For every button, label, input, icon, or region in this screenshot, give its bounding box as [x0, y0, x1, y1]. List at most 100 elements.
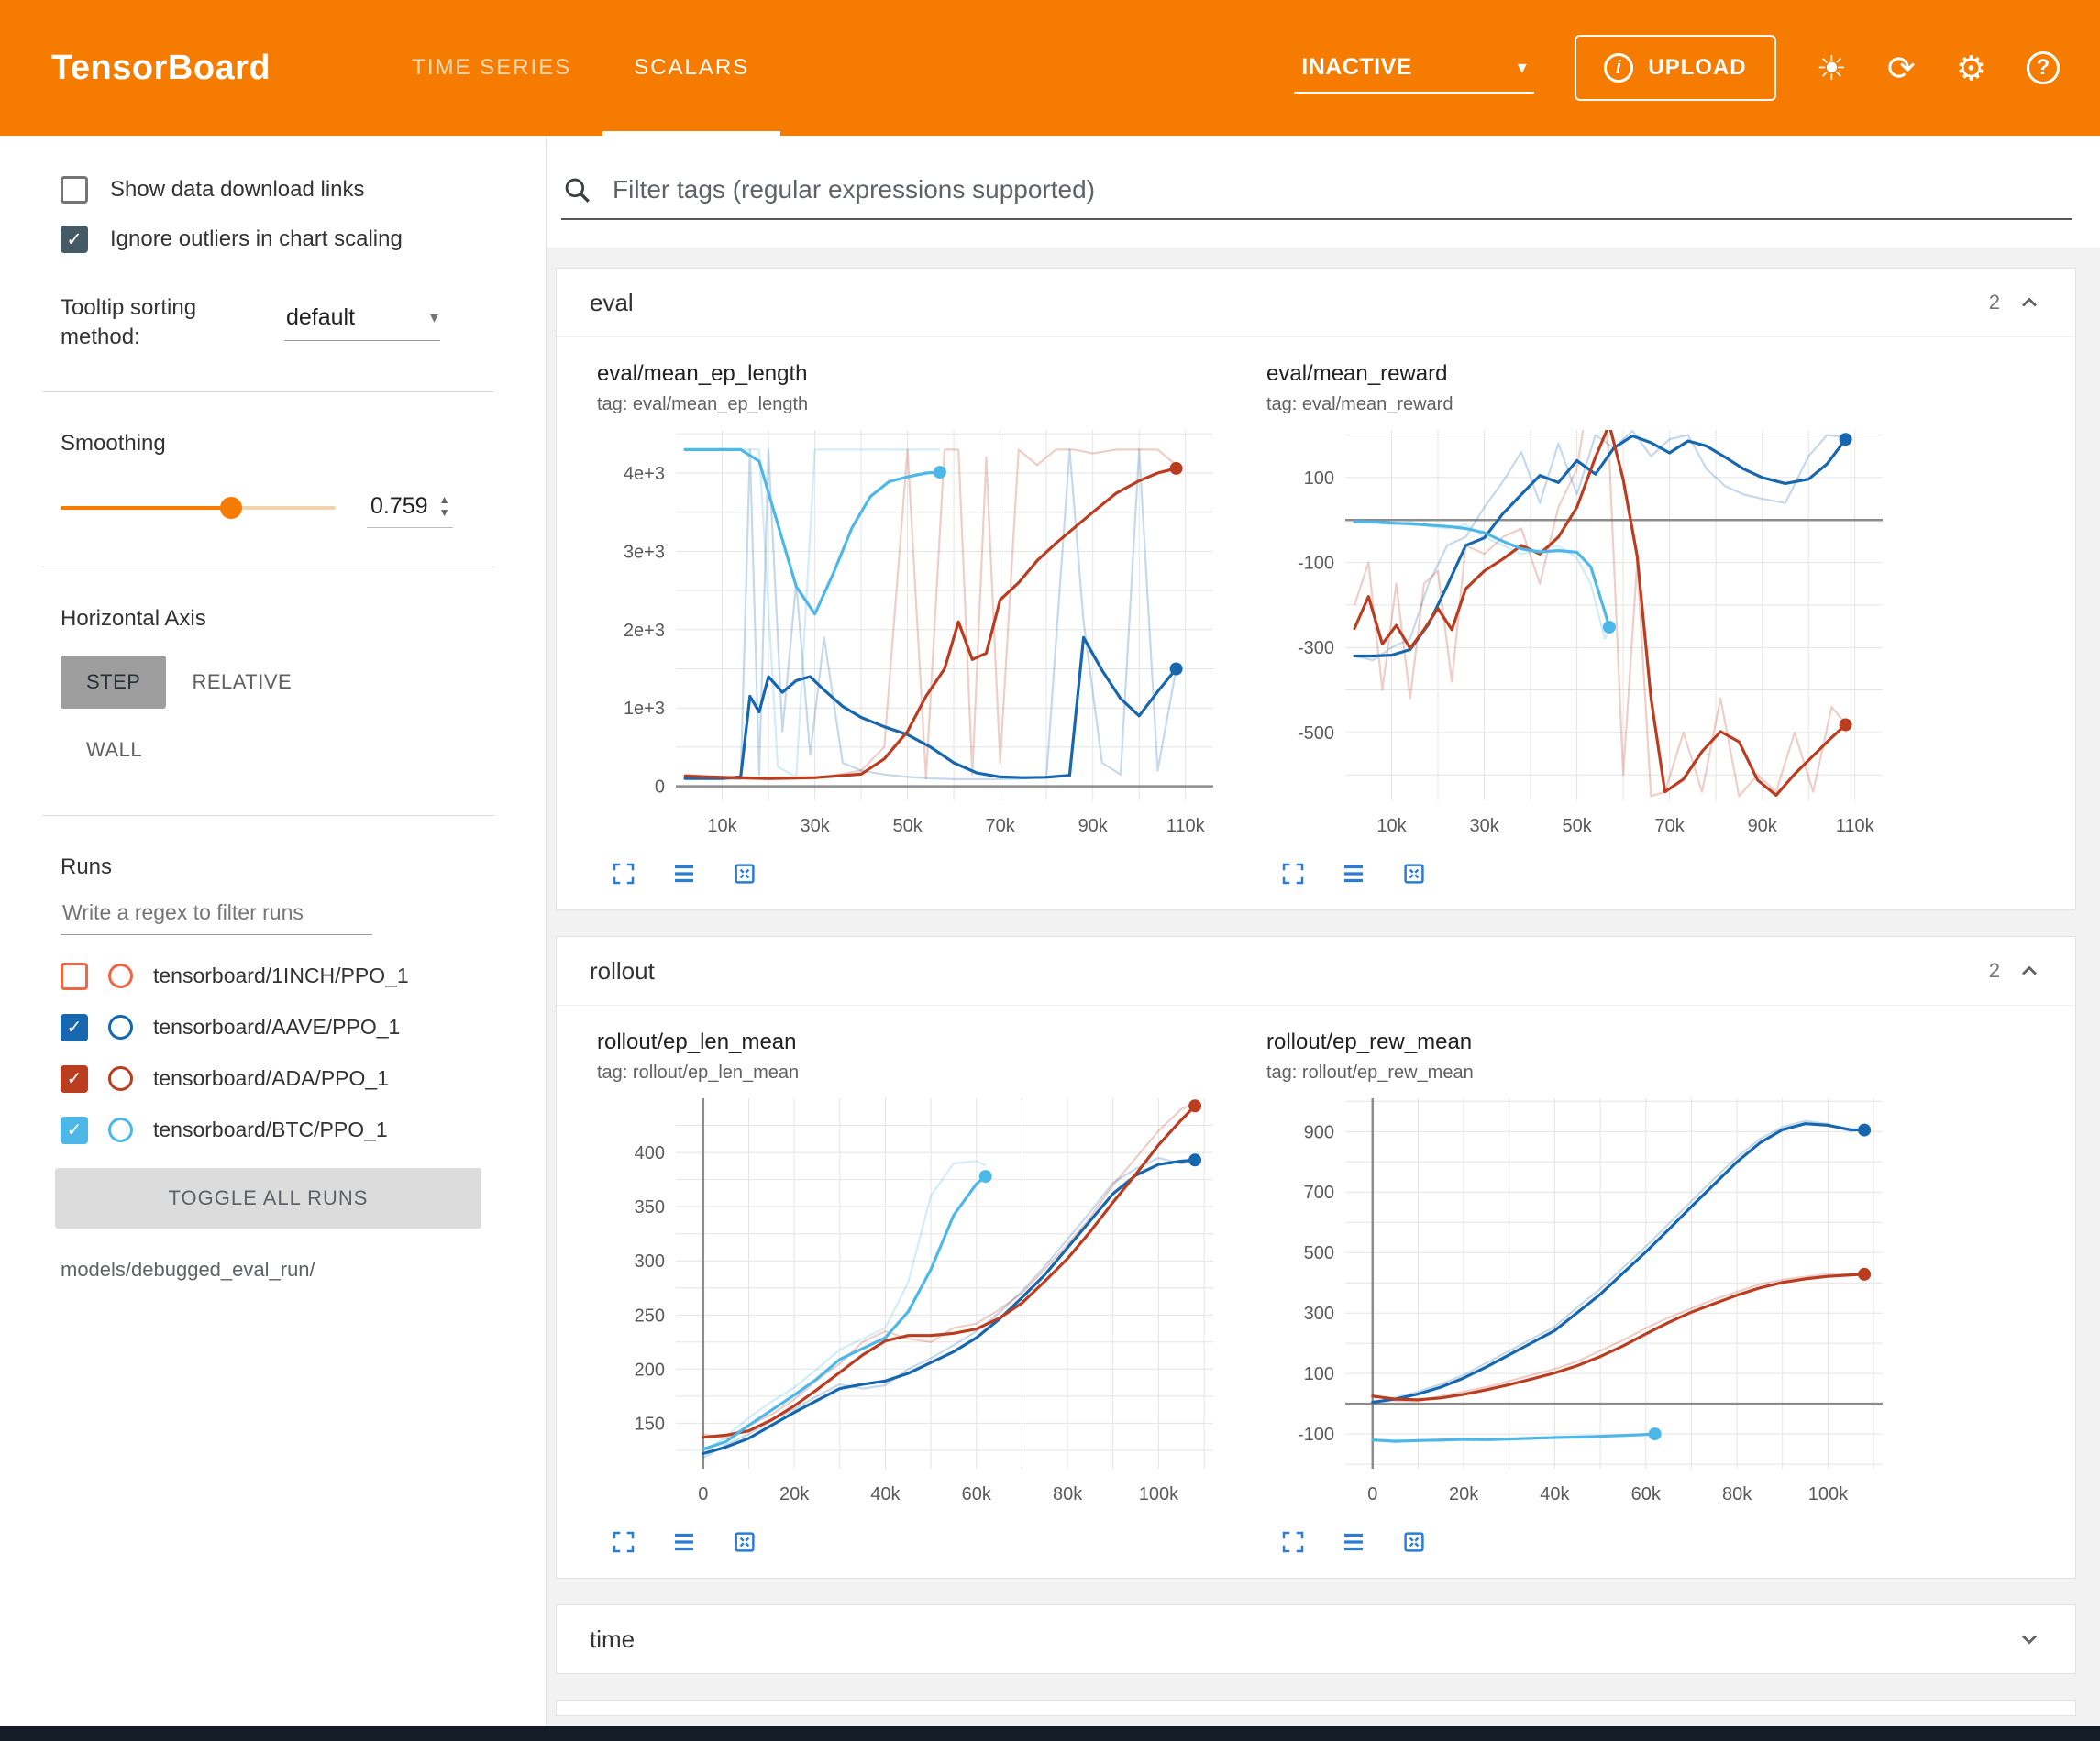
- chart-title: rollout/ep_len_mean: [597, 1030, 1230, 1055]
- chart-count-badge: 2: [1989, 291, 2000, 314]
- help-icon[interactable]: ?: [2027, 51, 2060, 84]
- collapse-chevron-up-icon[interactable]: [2017, 958, 2042, 984]
- run-checkbox[interactable]: ✓: [61, 1117, 88, 1144]
- chart-canvas[interactable]: 10k30k50k70k90k110k01e+32e+33e+34e+3: [597, 417, 1230, 853]
- data-table-icon[interactable]: [1340, 1528, 1367, 1556]
- axis-relative-button[interactable]: RELATIVE: [166, 656, 317, 709]
- svg-text:100k: 100k: [1808, 1484, 1849, 1504]
- expand-chart-icon[interactable]: [1279, 860, 1307, 887]
- ignore-outliers-checkbox[interactable]: ✓ Ignore outliers in chart scaling: [61, 226, 522, 253]
- svg-text:-300: -300: [1298, 638, 1334, 658]
- run-checkbox[interactable]: ✓: [61, 1065, 88, 1093]
- data-table-icon[interactable]: [670, 1528, 698, 1556]
- run-checkbox[interactable]: ✓: [61, 1014, 88, 1041]
- chart-title: rollout/ep_rew_mean: [1266, 1030, 1899, 1055]
- fit-domain-icon[interactable]: [731, 860, 758, 887]
- svg-text:400: 400: [635, 1143, 665, 1163]
- topbar: TensorBoard TIME SERIES SCALARS INACTIVE…: [0, 0, 2100, 136]
- run-name: tensorboard/ADA/PPO_1: [153, 1066, 389, 1091]
- smoothing-input[interactable]: 0.759 ▲ ▼: [367, 488, 453, 528]
- data-table-icon[interactable]: [670, 860, 698, 887]
- smoothing-value: 0.759: [370, 493, 428, 520]
- chart-canvas[interactable]: 020k40k60k80k100k150200250300350400: [597, 1085, 1230, 1521]
- expand-chart-icon[interactable]: [610, 1528, 637, 1556]
- tab-scalars[interactable]: SCALARS: [602, 0, 780, 136]
- svg-text:110k: 110k: [1836, 816, 1875, 836]
- svg-text:2e+3: 2e+3: [624, 621, 665, 641]
- brightness-icon[interactable]: ☀: [1817, 51, 1847, 85]
- fit-domain-icon[interactable]: [1400, 860, 1428, 887]
- svg-text:500: 500: [1304, 1243, 1334, 1263]
- svg-text:0: 0: [1367, 1484, 1377, 1504]
- svg-text:100: 100: [1304, 1364, 1334, 1384]
- collapse-chevron-up-icon[interactable]: [2017, 290, 2042, 315]
- status-dropdown[interactable]: INACTIVE ▾: [1294, 43, 1534, 94]
- chevron-down-icon: ▾: [430, 308, 438, 327]
- filter-tags-input[interactable]: [611, 174, 2072, 205]
- chevron-down-icon: ▾: [1518, 56, 1528, 79]
- svg-text:700: 700: [1304, 1183, 1334, 1203]
- section-card-eval: eval 2 eval/mean_ep_length tag: eval/mea…: [556, 268, 2076, 910]
- smoothing-slider-knob[interactable]: [220, 497, 242, 519]
- run-item[interactable]: ✓ tensorboard/BTC/PPO_1: [61, 1117, 522, 1144]
- expand-chart-icon[interactable]: [610, 860, 637, 887]
- run-item[interactable]: ✓ tensorboard/ADA/PPO_1: [61, 1065, 522, 1093]
- run-color-circle: [108, 1118, 133, 1142]
- toggle-all-runs-button[interactable]: TOGGLE ALL RUNS: [55, 1168, 481, 1229]
- upload-button[interactable]: i UPLOAD: [1575, 35, 1775, 101]
- svg-text:4e+3: 4e+3: [624, 464, 665, 484]
- smoothing-slider[interactable]: [61, 506, 336, 510]
- runs-filter-input[interactable]: [61, 891, 372, 935]
- runs-directory-label: models/debugged_eval_run/: [61, 1258, 522, 1282]
- svg-text:110k: 110k: [1166, 816, 1206, 836]
- refresh-icon[interactable]: ⟳: [1887, 51, 1916, 85]
- chart-rollout-ep-len-mean: rollout/ep_len_mean tag: rollout/ep_len_…: [597, 1030, 1230, 1556]
- svg-text:60k: 60k: [1631, 1484, 1662, 1504]
- run-color-circle: [108, 1015, 133, 1040]
- run-checkbox[interactable]: [61, 963, 88, 990]
- data-table-icon[interactable]: [1340, 860, 1367, 887]
- tooltip-sorting-dropdown[interactable]: default ▾: [284, 299, 440, 341]
- svg-text:70k: 70k: [1654, 816, 1685, 836]
- main-content: eval 2 eval/mean_ep_length tag: eval/mea…: [547, 136, 2100, 1726]
- chart-canvas[interactable]: 020k40k60k80k100k-100100300500700900: [1266, 1085, 1899, 1521]
- stepper-icon[interactable]: ▲ ▼: [439, 493, 450, 520]
- settings-icon[interactable]: ⚙: [1956, 51, 1986, 85]
- expand-chart-icon[interactable]: [1279, 1528, 1307, 1556]
- chart-canvas[interactable]: 10k30k50k70k90k110k-500-300-100100: [1266, 417, 1899, 853]
- svg-text:100: 100: [1304, 468, 1334, 489]
- fit-domain-icon[interactable]: [1400, 1528, 1428, 1556]
- fit-domain-icon[interactable]: [731, 1528, 758, 1556]
- svg-text:50k: 50k: [892, 816, 923, 836]
- collapse-chevron-down-icon[interactable]: [2017, 1626, 2042, 1652]
- section-header-rollout[interactable]: rollout 2: [557, 937, 2075, 1005]
- stepper-up-icon[interactable]: ▲: [439, 493, 450, 506]
- show-download-links-checkbox[interactable]: Show data download links: [61, 176, 522, 204]
- svg-text:80k: 80k: [1053, 1484, 1083, 1504]
- settings-sidebar: Show data download links ✓ Ignore outlie…: [0, 136, 547, 1726]
- svg-text:1e+3: 1e+3: [624, 699, 665, 719]
- chart-rollout-ep-rew-mean: rollout/ep_rew_mean tag: rollout/ep_rew_…: [1266, 1030, 1899, 1556]
- horizontal-axis-label: Horizontal Axis: [61, 606, 522, 632]
- svg-text:0: 0: [698, 1484, 708, 1504]
- svg-text:10k: 10k: [707, 816, 737, 836]
- run-name: tensorboard/1INCH/PPO_1: [153, 964, 409, 988]
- svg-text:80k: 80k: [1722, 1484, 1752, 1504]
- section-title: eval: [590, 289, 634, 317]
- section-header-time[interactable]: time: [557, 1605, 2075, 1673]
- chart-eval-mean-reward: eval/mean_reward tag: eval/mean_reward 1…: [1266, 361, 1899, 887]
- tab-time-series[interactable]: TIME SERIES: [381, 0, 602, 136]
- axis-wall-button[interactable]: WALL: [61, 723, 168, 777]
- chart-title: eval/mean_ep_length: [597, 361, 1230, 387]
- run-name: tensorboard/AAVE/PPO_1: [153, 1015, 400, 1040]
- section-header-eval[interactable]: eval 2: [557, 269, 2075, 336]
- run-item[interactable]: tensorboard/1INCH/PPO_1: [61, 963, 522, 990]
- stepper-down-icon[interactable]: ▼: [439, 506, 450, 519]
- run-color-circle: [108, 1066, 133, 1091]
- svg-text:90k: 90k: [1078, 816, 1109, 836]
- tooltip-sorting-row: Tooltip sorting method: default ▾: [61, 293, 522, 353]
- svg-text:60k: 60k: [962, 1484, 992, 1504]
- axis-step-button[interactable]: STEP: [61, 656, 166, 709]
- run-item[interactable]: ✓ tensorboard/AAVE/PPO_1: [61, 1014, 522, 1041]
- svg-text:350: 350: [635, 1197, 665, 1218]
